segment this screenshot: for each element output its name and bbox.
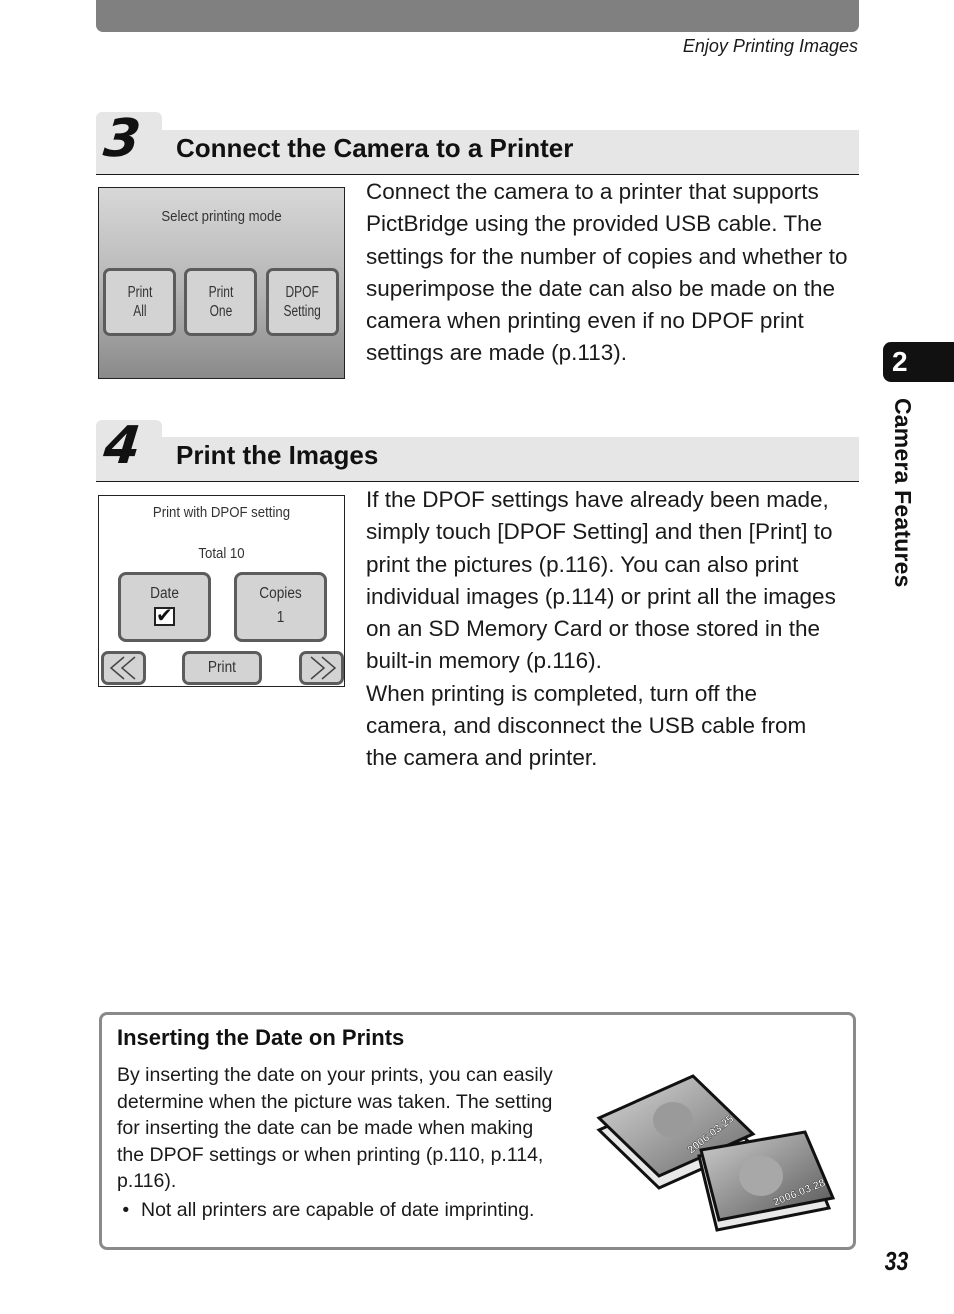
info-box-title: Inserting the Date on Prints bbox=[117, 1025, 405, 1050]
step-4-title: Print the Images bbox=[176, 440, 379, 470]
copies-label: Copies bbox=[259, 585, 302, 602]
copies-button[interactable]: Copies 1 bbox=[234, 572, 327, 642]
bullet-icon: • bbox=[117, 1199, 130, 1221]
next-button[interactable] bbox=[299, 651, 344, 685]
screen-title: Print with DPOF setting bbox=[152, 504, 291, 521]
button-label-line1: Print bbox=[208, 284, 233, 301]
body-line: the camera and printer. bbox=[366, 745, 598, 771]
body-line: When printing is completed, turn off the bbox=[366, 680, 758, 706]
body-line: camera, and disconnect the USB cable fro… bbox=[366, 713, 807, 739]
chapter-tab[interactable]: 2 bbox=[883, 342, 954, 382]
top-header-bar bbox=[96, 0, 859, 32]
body-line: simply touch [DPOF Setting] and then [Pr… bbox=[366, 519, 833, 545]
body-line: By inserting the date on your prints, yo… bbox=[117, 1064, 553, 1086]
bullet-text: Not all printers are capable of date imp… bbox=[141, 1199, 535, 1221]
print-button[interactable]: Print bbox=[182, 651, 262, 685]
photo-2-subject bbox=[739, 1156, 783, 1196]
body-line: on an SD Memory Card or those stored in … bbox=[366, 616, 820, 642]
date-toggle-button[interactable]: Date bbox=[118, 572, 211, 642]
step-3-number: 3 bbox=[100, 109, 144, 169]
body-line: determine when the picture was taken. Th… bbox=[117, 1090, 553, 1113]
body-line: the DPOF settings or when printing (p.11… bbox=[117, 1143, 544, 1166]
info-box-body: By inserting the date on your prints, yo… bbox=[117, 1062, 587, 1195]
step-4-body: If the DPOF settings have already been m… bbox=[366, 484, 866, 775]
running-head: Enjoy Printing Images bbox=[682, 36, 858, 56]
dated-prints-illustration: 2006.03.25 2006.03.28 bbox=[596, 1074, 836, 1232]
print-label: Print bbox=[207, 659, 237, 676]
button-label-line1: Print bbox=[127, 284, 152, 301]
screen-title: Select printing mode bbox=[161, 208, 282, 225]
button-label-line1: DPOF bbox=[285, 284, 320, 301]
body-line: for inserting the date can be made when … bbox=[117, 1117, 534, 1140]
page-number: 33 bbox=[884, 1246, 909, 1276]
dpof-setting-button[interactable]: DPOF Setting bbox=[266, 268, 339, 336]
button-label-line2: One bbox=[209, 303, 232, 320]
step-4-number: 4 bbox=[100, 416, 144, 476]
previous-button[interactable] bbox=[101, 651, 146, 685]
double-chevron-left-icon bbox=[109, 656, 135, 680]
photo-1-subject bbox=[653, 1102, 693, 1138]
chapter-name: Camera Features bbox=[890, 398, 916, 588]
checkbox-checked-icon bbox=[154, 603, 175, 628]
date-label: Date bbox=[150, 585, 179, 602]
body-line: individual images (p.114) or print all t… bbox=[366, 583, 836, 609]
body-line: If the DPOF settings have already been m… bbox=[366, 487, 829, 512]
print-with-dpof-screen: Print with DPOF setting Total 10 Date Co… bbox=[98, 495, 345, 687]
step-3-body: Connect the camera to a printer that sup… bbox=[366, 179, 848, 366]
button-label-line2: Setting bbox=[283, 303, 322, 320]
select-printing-mode-screen: Select printing mode Print All Print One D… bbox=[98, 187, 345, 379]
button-label-line2: All bbox=[132, 303, 147, 320]
total-count: Total 10 bbox=[198, 545, 245, 562]
body-line: built-in memory (p.116). bbox=[366, 648, 602, 674]
copies-value: 1 bbox=[276, 609, 285, 626]
body-line: p.116). bbox=[117, 1170, 177, 1193]
double-chevron-right-icon bbox=[310, 656, 336, 680]
info-bullet: • Not all printers are capable of date im… bbox=[117, 1199, 534, 1222]
body-line: print the pictures (p.116). You can also… bbox=[366, 551, 799, 577]
print-one-button[interactable]: Print One bbox=[184, 268, 257, 336]
print-all-button[interactable]: Print All bbox=[103, 268, 176, 336]
step-3-title: Connect the Camera to a Printer bbox=[176, 133, 574, 163]
